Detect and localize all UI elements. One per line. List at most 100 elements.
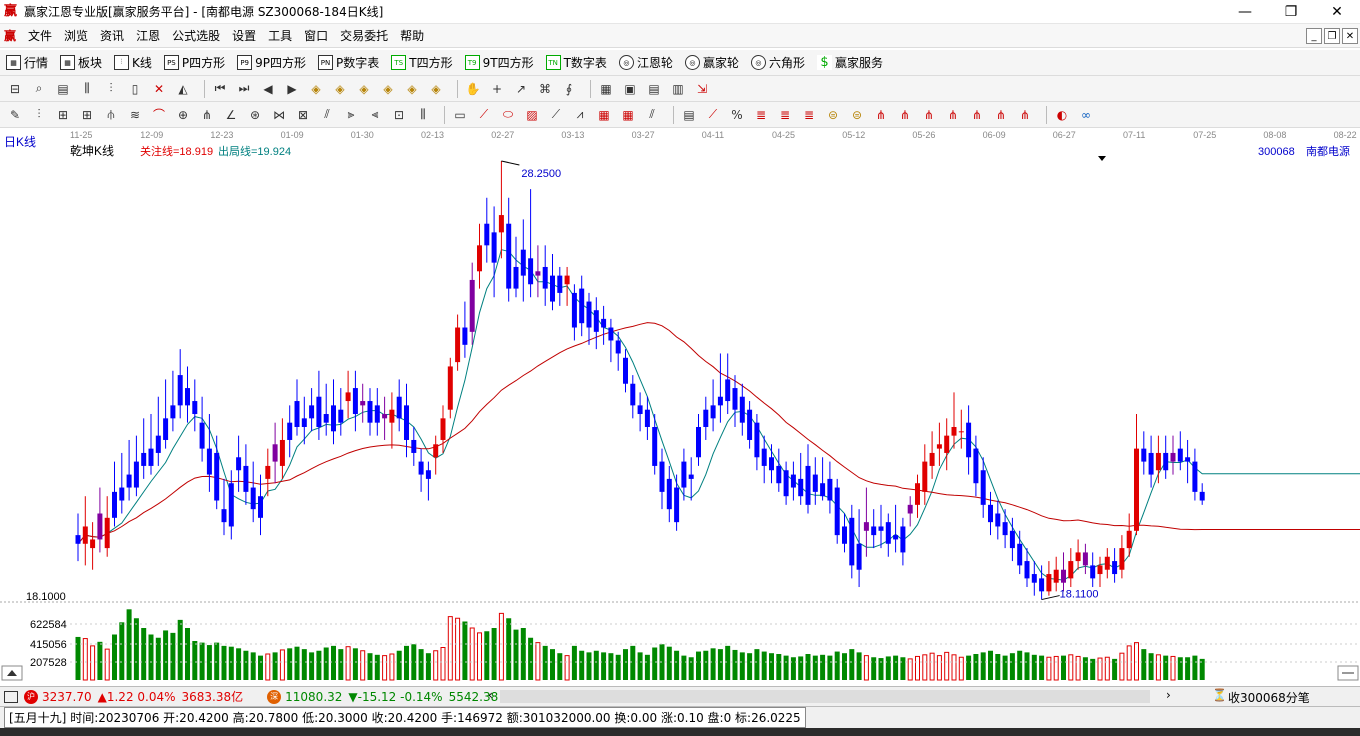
mdi-close-button[interactable]: ✕ xyxy=(1342,28,1358,44)
candle-body[interactable] xyxy=(1141,448,1147,462)
candle-body[interactable] xyxy=(659,461,665,492)
fit-icon[interactable]: ◈ xyxy=(403,80,421,98)
candle-body[interactable] xyxy=(893,535,899,540)
period-label[interactable]: 日K线 xyxy=(4,135,36,149)
candle-body[interactable] xyxy=(1163,452,1169,471)
candle-body[interactable] xyxy=(228,483,234,527)
candle-body[interactable] xyxy=(404,405,409,440)
value-dropdown-icon[interactable]: ▯ xyxy=(126,80,144,98)
fan-levels6-icon[interactable]: ⋔ xyxy=(992,106,1010,124)
candle-body[interactable] xyxy=(557,275,563,293)
color-wheel-icon[interactable]: ◐ xyxy=(1053,106,1071,124)
candle-body[interactable] xyxy=(1097,565,1103,575)
candle-body[interactable] xyxy=(944,435,950,453)
toolbar-p-table-button[interactable]: PN P数字表 xyxy=(318,54,379,71)
expand-icon[interactable]: ◈ xyxy=(427,80,445,98)
grid-lines2-icon[interactable]: ⊞ xyxy=(78,106,96,124)
menu-trade[interactable]: 交易委托 xyxy=(334,27,394,44)
candle-body[interactable] xyxy=(1082,552,1088,566)
candle-body[interactable] xyxy=(1104,556,1110,570)
levels3-icon[interactable]: ≣ xyxy=(800,106,818,124)
circle-levels-icon[interactable]: ⊜ xyxy=(824,106,842,124)
candle-body[interactable] xyxy=(1031,574,1037,583)
horizontal-scrollbar[interactable] xyxy=(500,690,1150,703)
toolbar-p-square-button[interactable]: PS P四方形 xyxy=(163,54,225,71)
first-icon[interactable]: ⏮ xyxy=(211,80,229,98)
candle-body[interactable] xyxy=(878,526,884,531)
calculator-icon[interactable]: ▣ xyxy=(621,80,639,98)
candle-body[interactable] xyxy=(411,439,417,453)
draw-tool-icon[interactable]: ⌕ xyxy=(30,80,48,98)
candle-body[interactable] xyxy=(1119,548,1125,570)
menu-window[interactable]: 窗口 xyxy=(298,27,334,44)
candle-body[interactable] xyxy=(1155,452,1161,471)
channel-icon[interactable]: ⫷ xyxy=(366,106,384,124)
candle-body[interactable] xyxy=(1192,461,1198,492)
candle-body[interactable] xyxy=(396,396,402,419)
candle-body[interactable] xyxy=(863,522,869,531)
gann-fan-icon[interactable]: ⊛ xyxy=(246,106,264,124)
candle-body[interactable] xyxy=(936,444,942,449)
candle-body[interactable] xyxy=(1017,543,1023,566)
candle-body[interactable] xyxy=(790,474,796,488)
hand-icon[interactable]: ✋ xyxy=(464,80,482,98)
zoom-in-icon[interactable]: ◈ xyxy=(307,80,325,98)
candle-body[interactable] xyxy=(389,409,395,423)
candle-body[interactable] xyxy=(915,483,920,505)
dropdown-arrow-icon[interactable] xyxy=(1098,156,1106,161)
toolbar-9t-square-button[interactable]: T9 9T四方形 xyxy=(464,54,534,71)
candle-body[interactable] xyxy=(382,414,388,419)
candle-body[interactable] xyxy=(1039,578,1045,592)
candle-body[interactable] xyxy=(623,357,628,384)
candle-body[interactable] xyxy=(491,232,497,263)
candle-body[interactable] xyxy=(644,409,650,427)
candle-body[interactable] xyxy=(513,266,519,289)
toolbar-gann-wheel-button[interactable]: ◎ 江恩轮 xyxy=(618,54,673,71)
fan-icon[interactable]: ⋔ xyxy=(198,106,216,124)
ray-icon[interactable]: ⟋ xyxy=(475,106,493,124)
candle-body[interactable] xyxy=(988,504,993,523)
candle-body[interactable] xyxy=(294,401,300,427)
candle-body[interactable] xyxy=(301,418,307,427)
calendar-icon[interactable]: ▦ xyxy=(597,80,615,98)
candle-body[interactable] xyxy=(805,465,811,505)
candle-body[interactable] xyxy=(630,383,636,406)
save-icon[interactable]: ▤ xyxy=(645,80,663,98)
toolbar-winner-wheel-button[interactable]: ◎ 赢家轮 xyxy=(684,54,739,71)
candle-body[interactable] xyxy=(776,465,782,484)
levels-icon[interactable]: ≣ xyxy=(752,106,770,124)
candle-body[interactable] xyxy=(221,509,227,523)
line-icon[interactable]: ⟋ xyxy=(547,106,565,124)
grid-icon[interactable] xyxy=(4,690,18,703)
lines-icon[interactable]: ⫶ xyxy=(30,106,48,124)
menu-help[interactable]: 帮助 xyxy=(394,27,430,44)
candle-body[interactable] xyxy=(97,513,103,540)
candle-body[interactable] xyxy=(498,215,504,233)
mdi-minimize-button[interactable]: _ xyxy=(1306,28,1322,44)
candle-body[interactable] xyxy=(192,401,198,415)
candle-body[interactable] xyxy=(842,526,847,544)
candle-body[interactable] xyxy=(1061,569,1066,583)
candle-body[interactable] xyxy=(666,478,672,510)
candle-body[interactable] xyxy=(1126,530,1132,549)
candle-body[interactable] xyxy=(615,340,621,354)
candle-body[interactable] xyxy=(133,461,139,488)
fan-levels3-icon[interactable]: ⋔ xyxy=(920,106,938,124)
candle-body[interactable] xyxy=(119,487,125,501)
toolbar-service-button[interactable]: $ 赢家服务 xyxy=(816,54,883,71)
rect-icon[interactable]: ▭ xyxy=(451,106,469,124)
last-icon[interactable]: ⏭ xyxy=(235,80,253,98)
candle-body[interactable] xyxy=(323,414,329,423)
levels2-icon[interactable]: ≣ xyxy=(776,106,794,124)
fan-levels4-icon[interactable]: ⋔ xyxy=(944,106,962,124)
candle-body[interactable] xyxy=(433,444,439,458)
maximize-button[interactable]: ❐ xyxy=(1268,0,1314,24)
candle-body[interactable] xyxy=(761,448,767,466)
candle-body[interactable] xyxy=(827,478,833,501)
candle-body[interactable] xyxy=(732,388,738,410)
candle-body[interactable] xyxy=(1002,522,1008,536)
zigzag-icon[interactable]: ⩘ xyxy=(571,106,589,124)
crosshair-icon[interactable]: + xyxy=(488,80,506,98)
candle-body[interactable] xyxy=(455,327,461,363)
doc-icon[interactable]: ▤ xyxy=(54,80,72,98)
